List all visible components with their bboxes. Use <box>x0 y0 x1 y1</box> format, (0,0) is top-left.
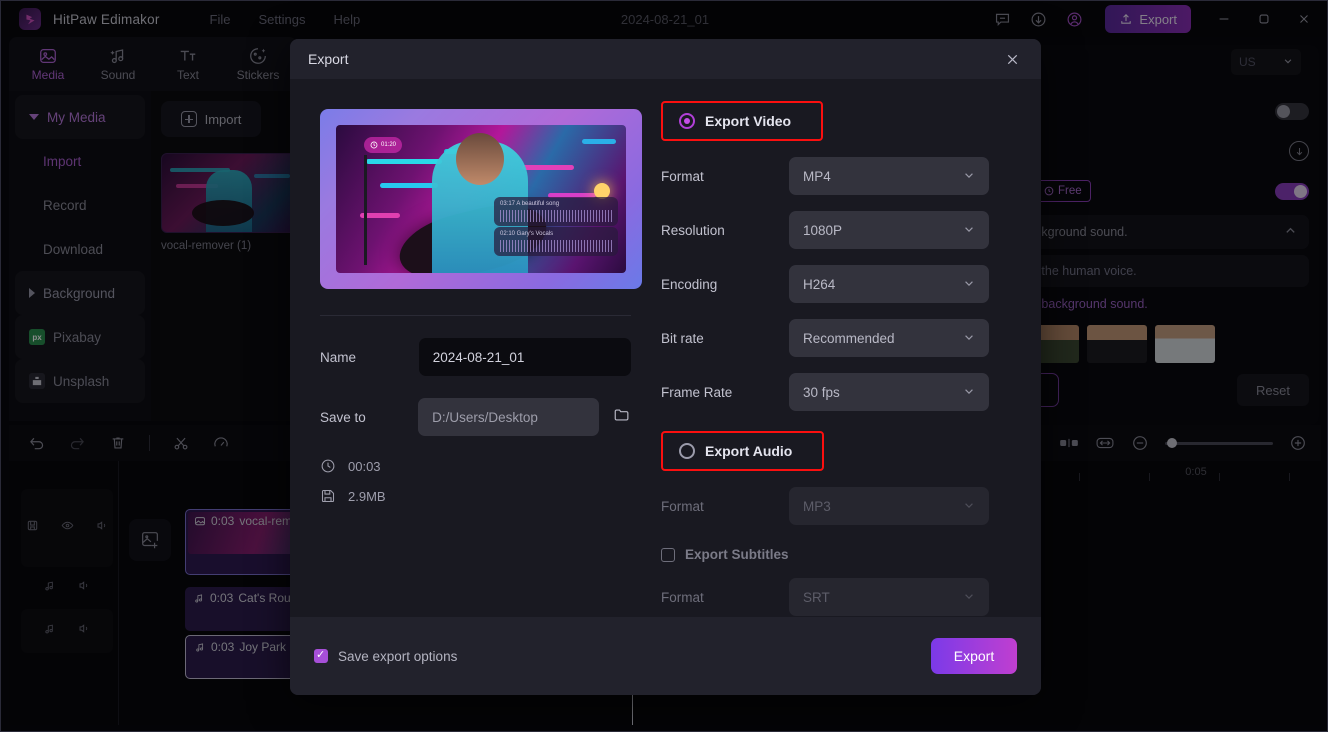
video-framerate-label: Frame Rate <box>661 385 789 400</box>
export-subtitles-option[interactable]: Export Subtitles <box>661 547 1011 562</box>
video-bitrate-value: Recommended <box>803 331 895 346</box>
subtitle-format-value: SRT <box>803 590 830 605</box>
export-dialog-body: 01:20 03:17 A beautiful song 02:10 Gary'… <box>290 79 1041 657</box>
video-bitrate-row: Bit rate Recommended <box>661 319 1011 357</box>
export-right-column: Export Video Format MP4 Resolution 1080P <box>661 79 1041 657</box>
export-dialog-header: Export <box>290 39 1041 79</box>
audio-format-value: MP3 <box>803 499 831 514</box>
save-to-input[interactable]: D:/Users/Desktop <box>418 398 599 436</box>
video-framerate-value: 30 fps <box>803 385 840 400</box>
export-left-column: 01:20 03:17 A beautiful song 02:10 Gary'… <box>290 79 661 657</box>
chevron-down-icon <box>963 169 975 184</box>
duration-row: 00:03 <box>320 458 631 474</box>
video-resolution-label: Resolution <box>661 223 789 238</box>
chevron-down-icon <box>963 590 975 605</box>
filesize-row: 2.9MB <box>320 488 631 504</box>
chevron-down-icon <box>963 499 975 514</box>
export-confirm-label: Export <box>954 648 994 664</box>
video-format-value: MP4 <box>803 169 831 184</box>
export-video-label: Export Video <box>705 113 791 129</box>
audio-format-select: MP3 <box>789 487 989 525</box>
video-preview: 01:20 03:17 A beautiful song 02:10 Gary'… <box>320 109 642 289</box>
save-icon <box>320 488 336 504</box>
video-resolution-select[interactable]: 1080P <box>789 211 989 249</box>
app-window: HitPaw Edimakor File Settings Help 2024-… <box>0 0 1328 732</box>
export-dialog-footer: Save export options Export <box>290 617 1041 695</box>
video-format-row: Format MP4 <box>661 157 1011 195</box>
section-divider <box>320 315 631 316</box>
preview-card-2: 02:10 Gary's Vocals <box>494 227 618 256</box>
export-audio-radio[interactable] <box>679 443 695 459</box>
video-framerate-select[interactable]: 30 fps <box>789 373 989 411</box>
save-export-options-label: Save export options <box>338 649 457 664</box>
export-dialog-title: Export <box>308 51 348 67</box>
export-audio-label: Export Audio <box>705 443 792 459</box>
preview-card-1-text: 03:17 A beautiful song <box>500 201 612 207</box>
duration-value: 00:03 <box>348 459 381 474</box>
save-export-options-row[interactable]: Save export options <box>314 649 457 664</box>
preview-card-1: 03:17 A beautiful song <box>494 197 618 226</box>
save-to-value: D:/Users/Desktop <box>432 410 538 425</box>
export-video-option[interactable]: Export Video <box>661 101 823 141</box>
save-to-label: Save to <box>320 410 418 425</box>
folder-icon[interactable] <box>613 406 631 429</box>
subtitle-format-row: Format SRT <box>661 578 1011 616</box>
preview-timestamp-badge: 01:20 <box>364 137 402 153</box>
close-icon[interactable] <box>1001 48 1023 70</box>
export-confirm-button[interactable]: Export <box>931 638 1017 674</box>
video-framerate-row: Frame Rate 30 fps <box>661 373 1011 411</box>
video-resolution-row: Resolution 1080P <box>661 211 1011 249</box>
save-to-row: Save to D:/Users/Desktop <box>320 398 631 436</box>
chevron-down-icon <box>963 331 975 346</box>
audio-format-label: Format <box>661 499 789 514</box>
name-label: Name <box>320 350 419 365</box>
preview-card-2-text: 02:10 Gary's Vocals <box>500 231 612 237</box>
export-video-radio[interactable] <box>679 113 695 129</box>
video-encoding-select[interactable]: H264 <box>789 265 989 303</box>
save-export-options-checkbox[interactable] <box>314 649 328 663</box>
video-resolution-value: 1080P <box>803 223 842 238</box>
video-encoding-row: Encoding H264 <box>661 265 1011 303</box>
clock-icon <box>320 458 336 474</box>
video-format-label: Format <box>661 169 789 184</box>
video-bitrate-select[interactable]: Recommended <box>789 319 989 357</box>
name-input[interactable]: 2024-08-21_01 <box>419 338 631 376</box>
video-encoding-value: H264 <box>803 277 835 292</box>
video-bitrate-label: Bit rate <box>661 331 789 346</box>
subtitle-format-select: SRT <box>789 578 989 616</box>
export-subtitles-label: Export Subtitles <box>685 547 789 562</box>
chevron-down-icon <box>963 277 975 292</box>
video-encoding-label: Encoding <box>661 277 789 292</box>
chevron-down-icon <box>963 385 975 400</box>
export-subtitles-checkbox[interactable] <box>661 548 675 562</box>
filesize-value: 2.9MB <box>348 489 386 504</box>
preview-badge-text: 01:20 <box>381 142 396 148</box>
video-format-select[interactable]: MP4 <box>789 157 989 195</box>
export-audio-option[interactable]: Export Audio <box>661 431 824 471</box>
name-row: Name 2024-08-21_01 <box>320 338 631 376</box>
audio-format-row: Format MP3 <box>661 487 1011 525</box>
export-dialog: Export <box>290 39 1041 695</box>
name-input-value: 2024-08-21_01 <box>433 350 525 365</box>
subtitle-format-label: Format <box>661 590 789 605</box>
chevron-down-icon <box>963 223 975 238</box>
